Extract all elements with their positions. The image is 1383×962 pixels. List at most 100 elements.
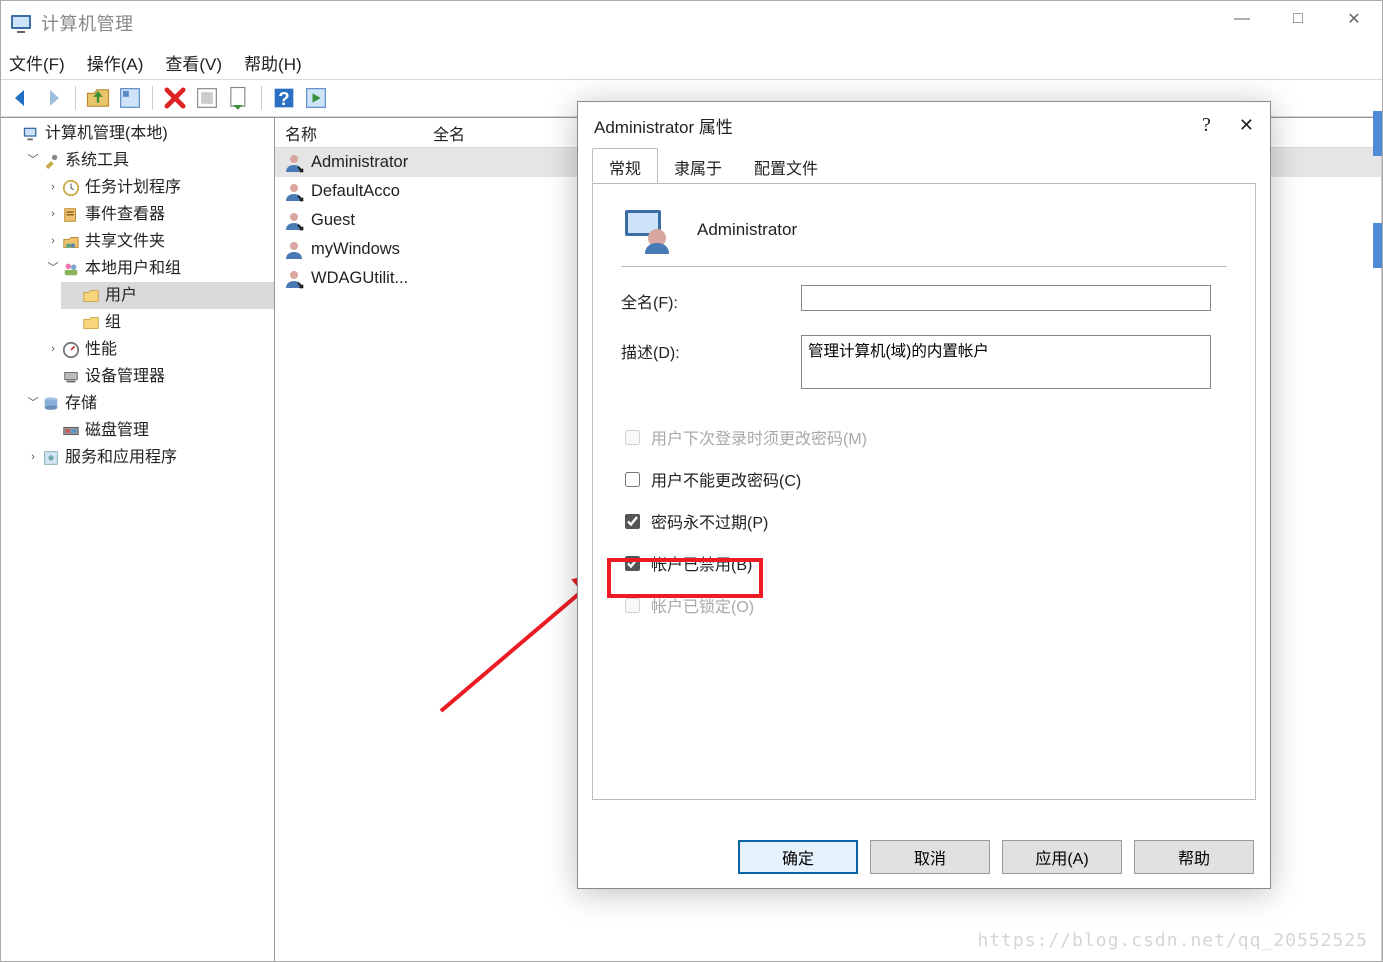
- menu-action[interactable]: 操作(A): [87, 50, 144, 75]
- tree-groups[interactable]: 组: [61, 309, 274, 336]
- separator: [621, 266, 1227, 267]
- refresh-button[interactable]: [225, 84, 253, 112]
- tree-task-scheduler[interactable]: › 任务计划程序: [41, 174, 274, 201]
- label-never-expire: 密码永不过期(P): [651, 509, 768, 533]
- help-button[interactable]: ?: [270, 84, 298, 112]
- tree-performance[interactable]: › 性能: [41, 336, 274, 363]
- tree-label: 共享文件夹: [85, 228, 165, 255]
- dialog-buttons: 确定 取消 应用(A) 帮助: [738, 840, 1254, 874]
- help-dialog-button[interactable]: 帮助: [1134, 840, 1254, 874]
- expander-closed-icon[interactable]: ›: [45, 201, 61, 228]
- checkbox-account-locked: [625, 598, 640, 613]
- tree-label: 系统工具: [65, 147, 129, 174]
- tree-event-viewer[interactable]: › 事件查看器: [41, 201, 274, 228]
- menu-help[interactable]: 帮助(H): [244, 50, 302, 75]
- expander-closed-icon[interactable]: ›: [45, 174, 61, 201]
- label-description: 描述(D):: [621, 335, 801, 363]
- minimize-button[interactable]: —: [1214, 1, 1270, 37]
- toolbar-separator: [261, 86, 262, 110]
- row-password-never-expires[interactable]: 密码永不过期(P): [621, 509, 1233, 533]
- expander-open-icon[interactable]: ﹀: [25, 147, 41, 174]
- label-account-locked: 帐户已锁定(O): [651, 593, 754, 617]
- tree-panel: 计算机管理(本地) ﹀ 系统工具 › 任务计划程序 ›: [1, 118, 275, 961]
- tree-shared-folders[interactable]: › 共享文件夹: [41, 228, 274, 255]
- computer-icon: [21, 124, 41, 144]
- tab-memberof[interactable]: 隶属于: [658, 148, 738, 183]
- main-title-bar: 计算机管理: [1, 1, 1382, 45]
- expander-closed-icon[interactable]: ›: [45, 336, 61, 363]
- services-icon: [41, 448, 61, 468]
- storage-icon: [41, 394, 61, 414]
- share-icon: [61, 232, 81, 252]
- window-controls: — □ ✕: [1214, 1, 1382, 37]
- column-fullname[interactable]: 全名: [423, 121, 475, 145]
- apply-button[interactable]: 应用(A): [1002, 840, 1122, 874]
- dialog-close-button[interactable]: ✕: [1239, 115, 1254, 136]
- tree-services-apps[interactable]: › 服务和应用程序: [21, 444, 274, 471]
- maximize-button[interactable]: □: [1270, 1, 1326, 37]
- window-title: 计算机管理: [41, 10, 134, 36]
- tree-local-users-groups[interactable]: ﹀ 本地用户和组: [41, 255, 274, 282]
- item-name: WDAGUtilit...: [311, 269, 408, 288]
- watermark: https://blog.csdn.net/qq_20552525: [977, 930, 1368, 951]
- cancel-button[interactable]: 取消: [870, 840, 990, 874]
- dialog-title-bar[interactable]: Administrator 属性 ? ✕: [578, 102, 1270, 148]
- device-icon: [61, 367, 81, 387]
- tree-system-tools[interactable]: ﹀ 系统工具: [21, 147, 274, 174]
- folder-icon: [81, 313, 101, 333]
- tree-storage[interactable]: ﹀ 存储: [21, 390, 274, 417]
- expander-open-icon[interactable]: ﹀: [25, 390, 41, 417]
- checkbox-cannot-change[interactable]: [625, 472, 640, 487]
- tab-profile[interactable]: 配置文件: [738, 148, 834, 183]
- background-accent: [1373, 111, 1382, 156]
- nav-forward-button[interactable]: [39, 84, 67, 112]
- user-icon: [283, 268, 305, 290]
- row-cannot-change-password[interactable]: 用户不能更改密码(C): [621, 467, 1233, 491]
- tree-device-manager[interactable]: 设备管理器: [41, 363, 274, 390]
- menu-file[interactable]: 文件(F): [9, 50, 65, 75]
- tree-label: 任务计划程序: [85, 174, 181, 201]
- svg-text:?: ?: [278, 88, 289, 109]
- item-name: DefaultAcco: [311, 182, 400, 201]
- dialog-tabs: 常规 隶属于 配置文件: [592, 148, 1256, 184]
- input-fullname[interactable]: [801, 285, 1211, 311]
- tools-icon: [41, 151, 61, 171]
- disk-icon: [61, 421, 81, 441]
- row-must-change-password: 用户下次登录时须更改密码(M): [621, 425, 1233, 449]
- delete-button[interactable]: [161, 84, 189, 112]
- toolbar-separator: [152, 86, 153, 110]
- expander-closed-icon[interactable]: ›: [45, 228, 61, 255]
- label-account-disabled: 帐户已禁用(B): [651, 551, 752, 575]
- item-name: Guest: [311, 211, 355, 230]
- properties-dialog: Administrator 属性 ? ✕ 常规 隶属于 配置文件 Adminis…: [577, 101, 1271, 889]
- tree-users[interactable]: 用户: [61, 282, 274, 309]
- up-folder-button[interactable]: [84, 84, 112, 112]
- tree-label: 用户: [105, 282, 137, 309]
- tab-general[interactable]: 常规: [592, 148, 658, 183]
- export-button[interactable]: [193, 84, 221, 112]
- row-fullname: 全名(F):: [621, 285, 1233, 313]
- expander-closed-icon[interactable]: ›: [25, 444, 41, 471]
- checkbox-never-expire[interactable]: [625, 514, 640, 529]
- ok-button[interactable]: 确定: [738, 840, 858, 874]
- nav-back-button[interactable]: [7, 84, 35, 112]
- app-icon: [9, 11, 33, 35]
- label-fullname: 全名(F):: [621, 285, 801, 313]
- row-account-disabled[interactable]: 帐户已禁用(B): [621, 551, 1233, 575]
- tree-root[interactable]: 计算机管理(本地): [1, 120, 274, 147]
- checkbox-account-disabled[interactable]: [625, 556, 640, 571]
- tree-label: 存储: [65, 390, 97, 417]
- input-description[interactable]: [801, 335, 1211, 389]
- properties-button[interactable]: [116, 84, 144, 112]
- column-name[interactable]: 名称: [275, 121, 423, 145]
- tree-label: 设备管理器: [85, 363, 165, 390]
- dialog-help-button[interactable]: ?: [1202, 114, 1211, 137]
- action-button[interactable]: [302, 84, 330, 112]
- item-name: Administrator: [311, 153, 408, 172]
- row-description: 描述(D):: [621, 335, 1233, 389]
- close-button[interactable]: ✕: [1326, 1, 1382, 37]
- expander-open-icon[interactable]: ﹀: [45, 255, 61, 282]
- toolbar-separator: [75, 86, 76, 110]
- tree-disk-management[interactable]: 磁盘管理: [41, 417, 274, 444]
- menu-view[interactable]: 查看(V): [165, 50, 222, 75]
